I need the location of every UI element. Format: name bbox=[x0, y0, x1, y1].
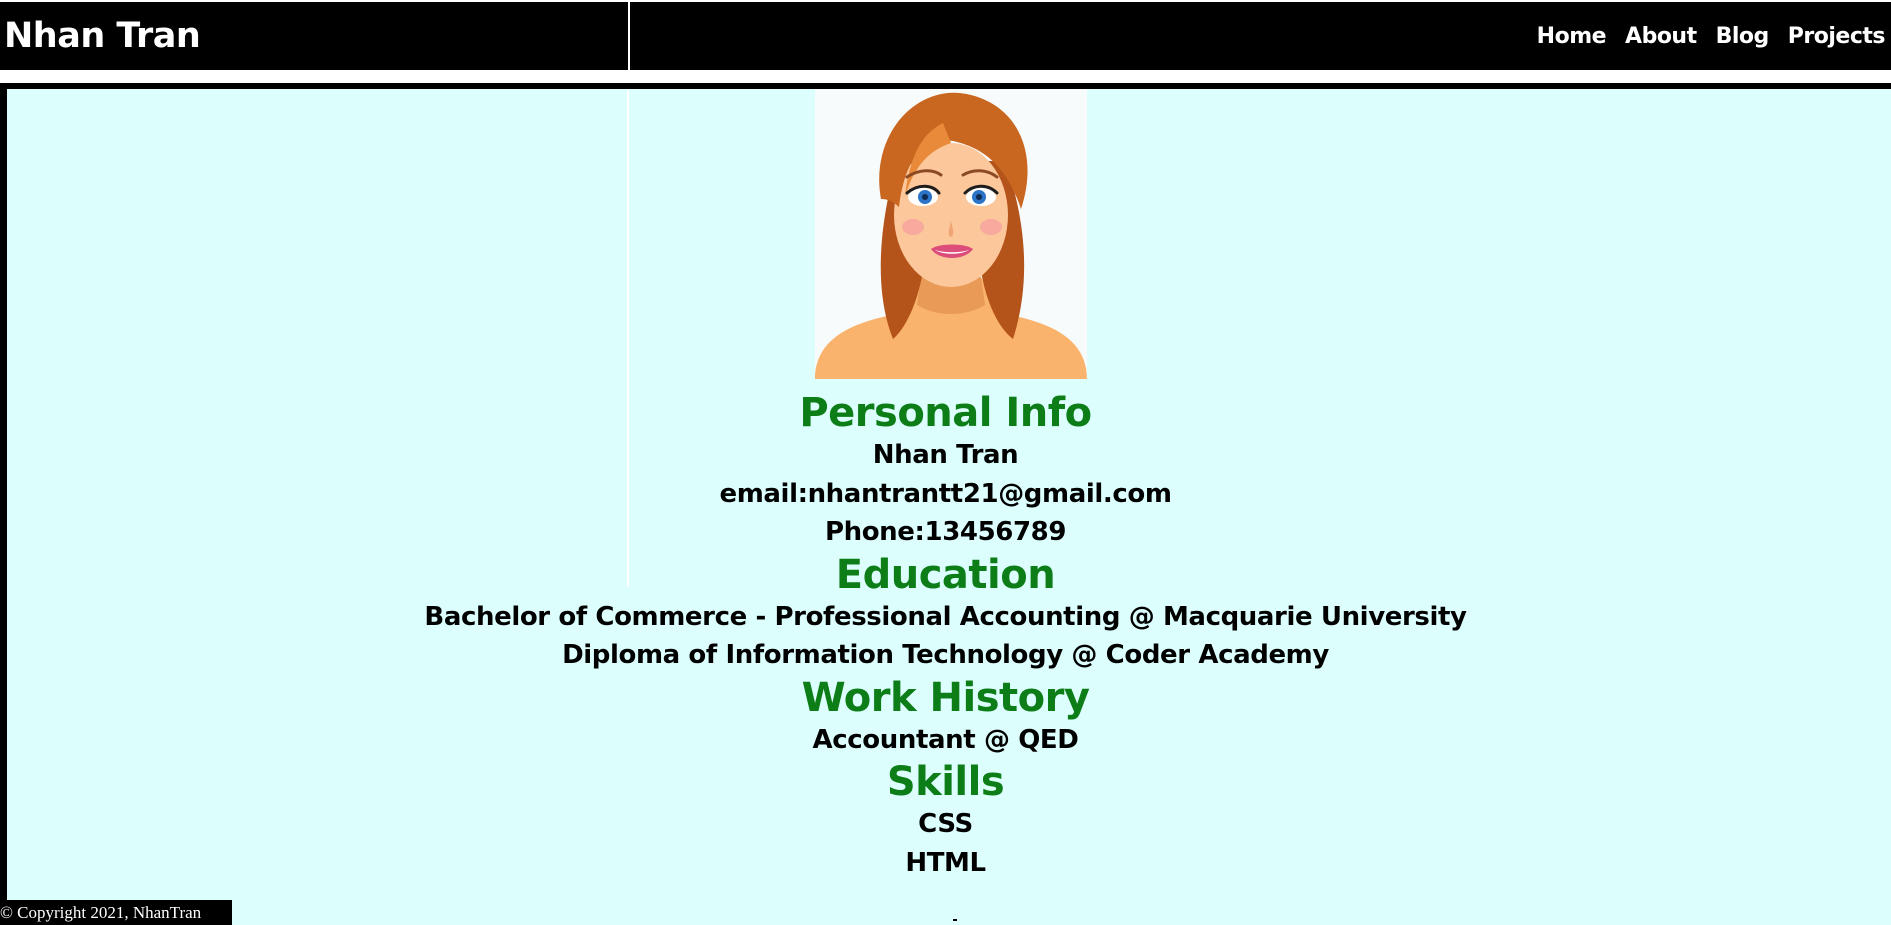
email-text: email:nhantrantt21@gmail.com bbox=[719, 478, 1172, 509]
education-item: Bachelor of Commerce - Professional Acco… bbox=[424, 601, 1467, 632]
personal-info-heading: Personal Info bbox=[799, 390, 1092, 436]
header-separator bbox=[0, 70, 1891, 83]
copyright-footer: © Copyright 2021, NhanTran bbox=[0, 900, 232, 925]
phone-text: Phone:13456789 bbox=[824, 517, 1067, 547]
skill-item: HTML bbox=[905, 847, 986, 878]
person-name: Nhan Tran bbox=[872, 440, 1019, 470]
profile-avatar bbox=[815, 89, 1087, 379]
nav-link-blog[interactable]: Blog bbox=[1716, 24, 1770, 49]
nav-link-projects[interactable]: Projects bbox=[1788, 24, 1886, 49]
main-navigation: Home About Blog Projects bbox=[1537, 24, 1886, 49]
page: Nhan Tran Home About Blog Projects Perso… bbox=[0, 0, 1891, 925]
skills-heading: Skills bbox=[886, 759, 1005, 805]
nav-link-about[interactable]: About bbox=[1625, 24, 1697, 49]
work-history-heading: Work History bbox=[801, 674, 1090, 721]
site-brand[interactable]: Nhan Tran bbox=[4, 16, 201, 56]
nav-link-home[interactable]: Home bbox=[1537, 24, 1607, 49]
top-navigation-bar: Nhan Tran Home About Blog Projects bbox=[0, 2, 1891, 70]
education-item: Diploma of Information Technology @ Code… bbox=[562, 640, 1329, 670]
work-history-item: Accountant @ QED bbox=[812, 724, 1079, 755]
clipped-text-fragment bbox=[953, 919, 957, 921]
resume-content: Personal Info Nhan Tran email:nhantrantt… bbox=[0, 390, 1891, 882]
skill-item: CSS bbox=[918, 809, 973, 839]
woman-portrait-icon bbox=[815, 92, 1087, 379]
education-heading: Education bbox=[835, 551, 1056, 598]
